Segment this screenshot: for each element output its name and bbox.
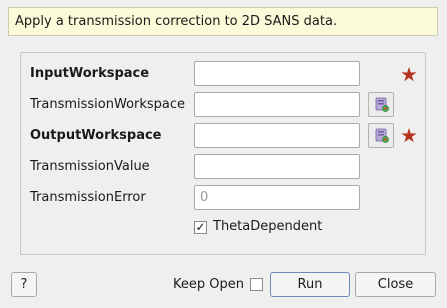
transmission-workspace-browse-button[interactable]	[368, 92, 394, 117]
keep-open-label: Keep Open	[173, 277, 244, 292]
run-button[interactable]: Run	[270, 272, 350, 297]
transmission-value-label: TransmissionValue	[30, 159, 150, 174]
help-button[interactable]: ?	[11, 272, 37, 297]
required-star-icon	[401, 128, 417, 143]
required-star-icon	[401, 67, 417, 82]
output-workspace-browse-button[interactable]	[368, 123, 394, 148]
theta-dependent-checkbox[interactable]: ✓	[194, 221, 207, 234]
transmission-workspace-label: TransmissionWorkspace	[30, 97, 186, 112]
keep-open-checkbox[interactable]	[250, 278, 263, 291]
input-workspace-label: InputWorkspace	[30, 66, 150, 81]
close-button[interactable]: Close	[355, 272, 436, 297]
input-workspace-field[interactable]	[194, 61, 360, 86]
output-workspace-label: OutputWorkspace	[30, 128, 162, 143]
transmission-error-field[interactable]: 0	[194, 185, 360, 210]
workspace-browse-icon	[375, 97, 389, 112]
workspace-browse-icon	[375, 128, 389, 143]
transmission-error-label: TransmissionError	[30, 190, 146, 205]
transmission-workspace-field[interactable]	[194, 92, 360, 117]
theta-dependent-label[interactable]: ThetaDependent	[213, 218, 322, 236]
transmission-value-field[interactable]	[194, 154, 360, 179]
output-workspace-field[interactable]	[194, 123, 360, 148]
algorithm-description: Apply a transmission correction to 2D SA…	[8, 7, 438, 36]
